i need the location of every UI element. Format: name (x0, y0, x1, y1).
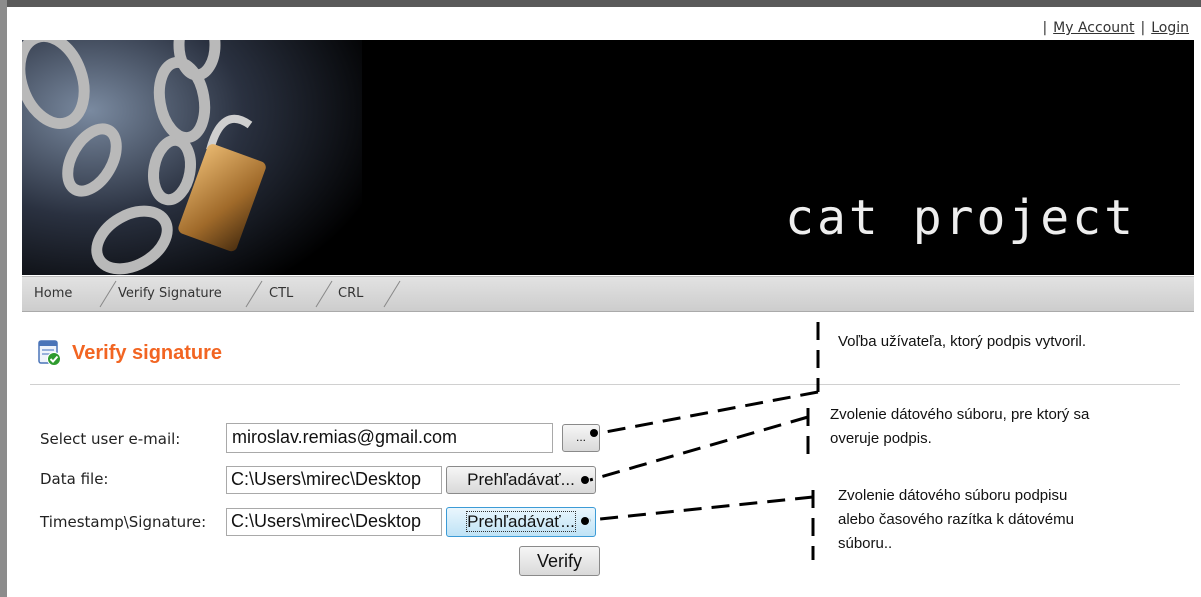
annotation-data-file: Zvolenie dátového súboru, pre ktorý sa o… (830, 403, 1089, 451)
annotation-text: Zvolenie dátového súboru, pre ktorý sa (830, 406, 1090, 423)
annotation-text: Voľba užívateľa, ktorý podpis vytvoril. (838, 333, 1087, 350)
annotation-text: overuje podpis. (830, 430, 932, 447)
annotation-text: súboru.. (838, 535, 893, 552)
annotation-text: alebo časového razítka k dátovému (838, 511, 1074, 528)
annotation-user-selection: Voľba užívateľa, ktorý podpis vytvoril. (838, 330, 1086, 354)
annotation-text: Zvolenie dátového súboru podpisu (838, 487, 1068, 504)
annotation-signature-file: Zvolenie dátového súboru podpisu alebo č… (838, 484, 1074, 556)
